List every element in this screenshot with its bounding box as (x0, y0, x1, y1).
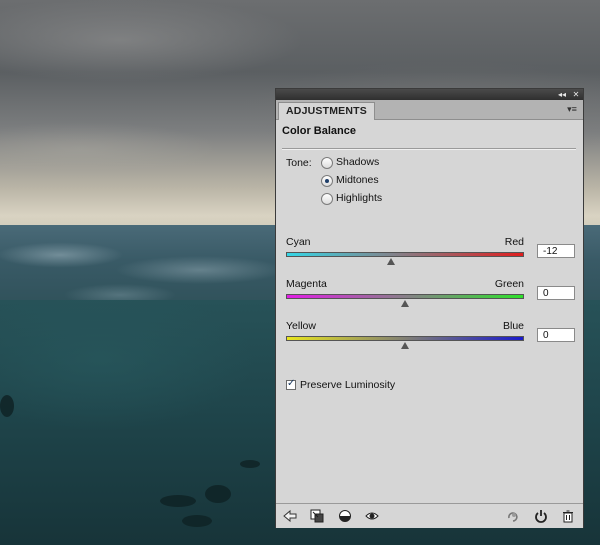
checkbox-label: Preserve Luminosity (300, 379, 396, 391)
cyan-red-slider: Cyan Red -12 (286, 236, 578, 276)
divider (282, 148, 576, 150)
yellow-blue-value-field[interactable]: 0 (537, 328, 575, 342)
tone-label: Tone: (286, 157, 312, 169)
radio-button[interactable] (321, 175, 333, 187)
cyan-red-value-field[interactable]: -12 (537, 244, 575, 258)
fish-shape (205, 485, 231, 503)
yellow-blue-slider: Yellow Blue 0 (286, 320, 578, 360)
slider-label-right: Red (504, 236, 524, 248)
reset-icon[interactable] (534, 509, 548, 523)
slider-label-left: Magenta (286, 278, 327, 290)
slider-label-right: Blue (502, 320, 524, 332)
magenta-green-slider: Magenta Green 0 (286, 278, 578, 318)
checkmark-icon: ✓ (287, 378, 296, 389)
eye-icon[interactable] (365, 509, 379, 523)
collapse-panel-icon[interactable]: ◂◂ (556, 89, 568, 100)
panel-titlebar[interactable]: ◂◂ ✕ (276, 89, 583, 100)
trash-icon[interactable] (561, 509, 575, 523)
slider-label-left: Yellow (286, 320, 316, 332)
slider-thumb[interactable] (401, 300, 409, 307)
previous-state-icon[interactable] (506, 509, 520, 523)
slider-track[interactable] (286, 336, 524, 341)
fish-shape (0, 395, 14, 417)
panel-bottom-toolbar (276, 503, 583, 528)
fish-shape (182, 515, 212, 527)
slider-label-left: Cyan (286, 236, 311, 248)
magenta-green-value-field[interactable]: 0 (537, 286, 575, 300)
slider-label-right: Green (494, 278, 524, 290)
slider-thumb[interactable] (401, 342, 409, 349)
panel-menu-icon[interactable]: ▾≡ (565, 104, 579, 114)
checkbox[interactable]: ✓ (286, 378, 296, 390)
slider-thumb[interactable] (386, 258, 395, 265)
slider-track[interactable] (286, 294, 524, 299)
adjustment-title: Color Balance (282, 125, 356, 137)
close-panel-icon[interactable]: ✕ (570, 89, 582, 100)
adjustments-panel: ◂◂ ✕ ADJUSTMENTS ▾≡ Color Balance Tone: … (275, 88, 584, 528)
radio-label: Shadows (336, 156, 380, 168)
tab-adjustments[interactable]: ADJUSTMENTS (278, 102, 375, 120)
panel-tab-row: ADJUSTMENTS ▾≡ (276, 100, 583, 120)
fish-shape (160, 495, 196, 507)
slider-track[interactable] (286, 252, 524, 257)
clip-to-layer-icon[interactable] (310, 509, 324, 523)
radio-label: Highlights (336, 192, 383, 204)
back-arrow-icon[interactable] (283, 509, 297, 523)
layer-visibility-circle-icon[interactable] (338, 509, 352, 523)
radio-button[interactable] (321, 157, 333, 169)
radio-button[interactable] (321, 193, 333, 205)
fish-shape (240, 460, 260, 468)
radio-label: Midtones (336, 174, 379, 186)
